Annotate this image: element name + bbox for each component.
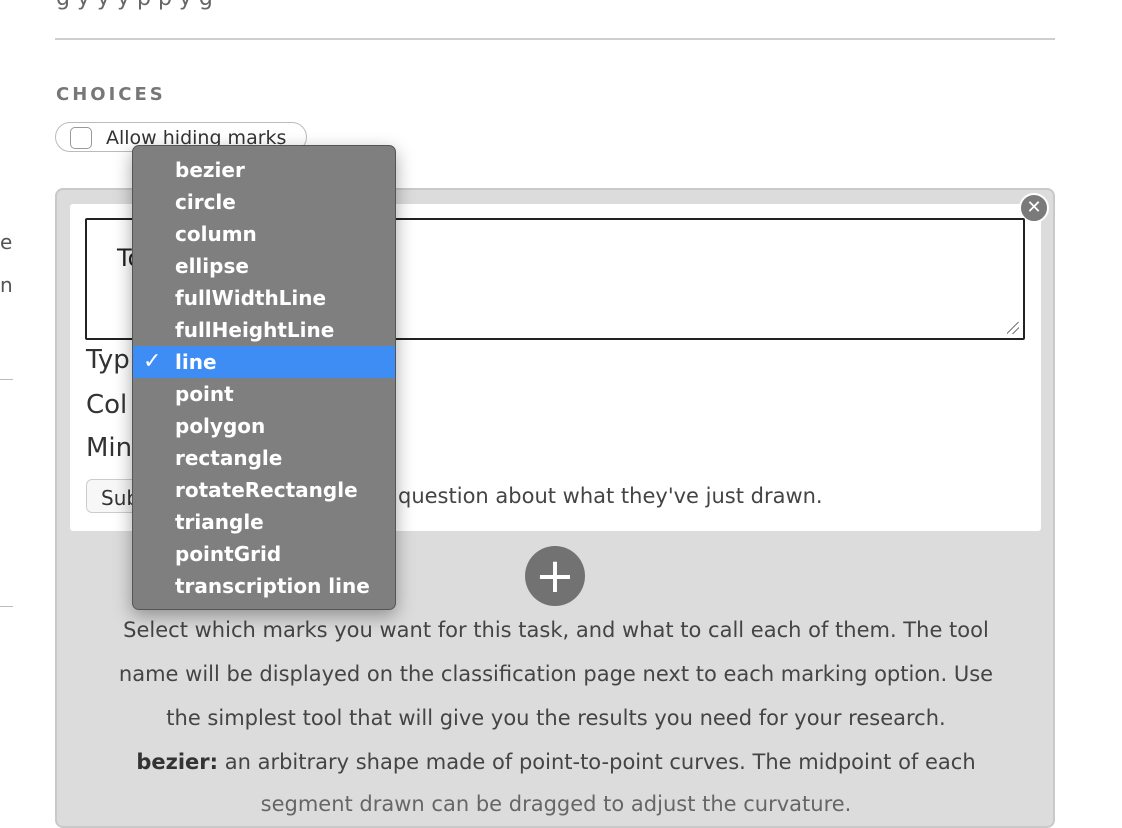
help-text-line: Select which marks you want for this tas… [123,618,989,642]
dropdown-option[interactable]: circle [133,186,395,218]
dropdown-option[interactable]: rotateRectangle [133,474,395,506]
bezier-description: an arbitrary shape made of point-to-poin… [218,750,976,774]
type-label: Typ [86,345,130,375]
dropdown-option[interactable]: pointGrid [133,538,395,570]
dropdown-option-selected[interactable]: ✓ line [133,346,395,378]
add-tool-button[interactable]: + [525,546,585,606]
left-divider [0,379,13,380]
dropdown-option[interactable]: fullWidthLine [133,282,395,314]
resize-grip-icon[interactable] [1007,322,1019,334]
help-text-line: segment drawn can be dragged to adjust t… [260,792,852,816]
choices-heading: CHOICES [56,84,166,105]
dropdown-option[interactable]: point [133,378,395,410]
help-text-bezier: bezier: an arbitrary shape made of point… [56,750,1056,774]
left-fragment: n [0,273,13,297]
dropdown-option[interactable]: bezier [133,154,395,186]
tool-type-dropdown[interactable]: bezier circle column ellipse fullWidthLi… [132,145,396,610]
plus-icon: + [534,548,576,604]
help-text-line: name will be displayed on the classifica… [118,662,994,686]
checkmark-icon: ✓ [143,349,162,374]
dropdown-option[interactable]: fullHeightLine [133,314,395,346]
dropdown-option[interactable]: triangle [133,506,395,538]
left-divider [0,606,13,607]
dropdown-option[interactable]: ellipse [133,250,395,282]
section-divider [55,38,1055,40]
dropdown-option[interactable]: polygon [133,410,395,442]
color-label: Col [86,390,128,420]
dropdown-option[interactable]: rectangle [133,442,395,474]
dropdown-option[interactable]: transcription line [133,570,395,602]
help-text-line: the simplest tool that will give you the… [166,706,946,730]
top-cut-text: g y y y p p y g [56,0,1056,11]
dropdown-option[interactable]: column [133,218,395,250]
subtask-description: question about what they've just drawn. [398,484,823,508]
allow-hiding-checkbox[interactable] [70,127,92,149]
left-fragment: e [0,230,13,254]
min-label: Min [86,433,133,463]
bezier-term: bezier: [136,750,219,774]
